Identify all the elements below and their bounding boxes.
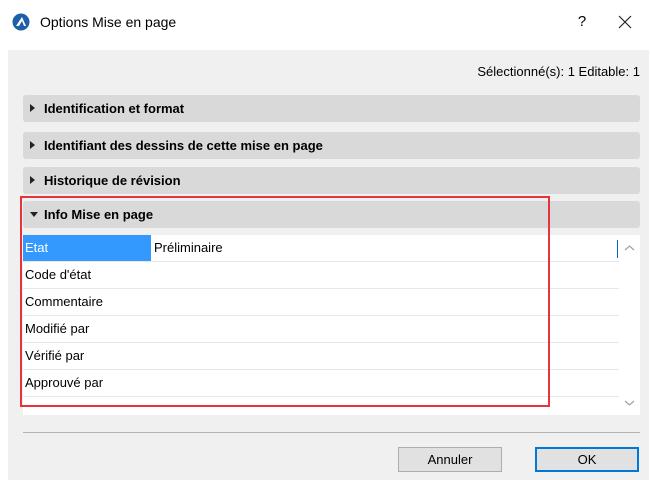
selection-info: Sélectionné(s): 1 Editable: 1 [477, 64, 640, 79]
text-caret [617, 240, 618, 258]
help-button[interactable]: ? [570, 11, 594, 33]
expand-arrow-icon [30, 176, 35, 184]
divider [23, 432, 640, 433]
window-title: Options Mise en page [40, 14, 177, 30]
close-icon[interactable] [612, 9, 638, 35]
field-label: Code d'état [25, 267, 92, 282]
field-value-input[interactable]: Préliminaire [154, 235, 223, 261]
field-label: Commentaire [25, 294, 104, 309]
table-row[interactable]: Commentaire [23, 289, 619, 316]
archicad-icon [12, 13, 30, 31]
chevron-up-icon[interactable] [623, 243, 636, 253]
cancel-button[interactable]: Annuler [398, 447, 502, 472]
table-row[interactable]: Code d'état [23, 262, 619, 289]
collapse-arrow-icon [30, 212, 38, 217]
vertical-scrollbar[interactable] [619, 235, 640, 415]
title-bar: Options Mise en page ? [0, 0, 650, 50]
field-label: Approuvé par [25, 375, 104, 390]
section-revision-history[interactable]: Historique de révision [23, 167, 640, 194]
section-drawing-identifier[interactable]: Identifiant des dessins de cette mise en… [23, 132, 640, 159]
field-label: Vérifié par [25, 348, 85, 363]
expand-arrow-icon [30, 104, 35, 112]
section-label: Identification et format [44, 101, 185, 116]
dialog-body: Sélectionné(s): 1 Editable: 1 Identifica… [8, 50, 649, 480]
field-label: Etat [23, 235, 151, 261]
section-label: Historique de révision [44, 173, 181, 188]
table-row[interactable]: Approuvé par [23, 370, 619, 397]
info-table: Etat Préliminaire Code d'état Commentair… [23, 235, 619, 415]
section-info-layout[interactable]: Info Mise en page [23, 201, 640, 228]
table-row[interactable]: Modifié par [23, 316, 619, 343]
section-label: Info Mise en page [44, 207, 154, 222]
section-identification-format[interactable]: Identification et format [23, 95, 640, 122]
ok-button[interactable]: OK [535, 447, 639, 472]
field-label: Modifié par [25, 321, 90, 336]
expand-arrow-icon [30, 141, 35, 149]
table-row[interactable]: Vérifié par [23, 343, 619, 370]
table-row[interactable]: Etat Préliminaire [23, 235, 619, 262]
section-label: Identifiant des dessins de cette mise en… [44, 138, 323, 153]
chevron-down-icon[interactable] [623, 398, 636, 408]
